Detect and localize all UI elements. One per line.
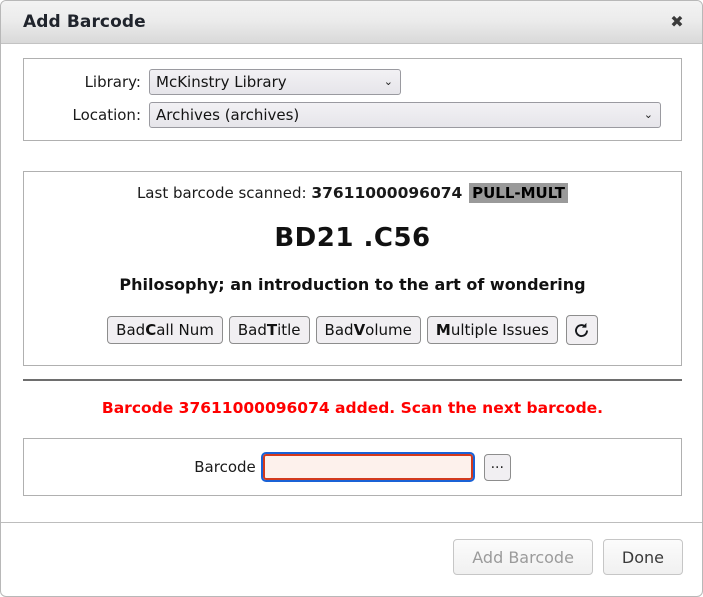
library-select-value: McKinstry Library bbox=[156, 72, 287, 91]
item-title: Philosophy; an introduction to the art o… bbox=[119, 275, 586, 294]
multiple-issues-button[interactable]: Multiple Issues bbox=[426, 316, 558, 344]
call-number: BD21 .C56 bbox=[274, 223, 431, 253]
close-icon[interactable]: ✖ bbox=[666, 11, 688, 33]
location-field-row: Location: Archives (archives) ⌄ bbox=[24, 99, 681, 130]
multiple-issues-accesskey: M bbox=[435, 321, 451, 339]
footer-divider bbox=[1, 522, 702, 523]
location-selection-panel: Library: McKinstry Library ⌄ Location: A… bbox=[23, 58, 682, 141]
bad-call-num-button[interactable]: Bad Call Num bbox=[107, 316, 223, 344]
last-scanned-line: Last barcode scanned: 37611000096074 PUL… bbox=[24, 183, 681, 203]
last-scanned-barcode: 37611000096074 bbox=[311, 184, 463, 202]
library-label: Library: bbox=[84, 72, 141, 91]
barcode-input[interactable] bbox=[260, 452, 475, 482]
add-barcode-button[interactable]: Add Barcode bbox=[453, 539, 593, 575]
bad-title-post: itle bbox=[277, 321, 301, 339]
bad-volume-button[interactable]: Bad Volume bbox=[315, 316, 421, 344]
location-select-value: Archives (archives) bbox=[156, 105, 300, 124]
dialog-titlebar: Add Barcode ✖ bbox=[1, 1, 702, 44]
dialog-title: Add Barcode bbox=[23, 12, 146, 32]
done-button[interactable]: Done bbox=[602, 539, 683, 575]
bad-volume-accesskey: V bbox=[353, 321, 366, 339]
status-message: Barcode 37611000096074 added. Scan the n… bbox=[101, 399, 604, 417]
dialog-footer: Add Barcode Done bbox=[453, 539, 683, 575]
library-field-row: Library: McKinstry Library ⌄ bbox=[24, 66, 681, 97]
scanned-item-panel: Last barcode scanned: 37611000096074 PUL… bbox=[23, 171, 682, 366]
chevron-down-icon: ⌄ bbox=[383, 74, 393, 88]
bad-title-button[interactable]: Bad Title bbox=[228, 316, 310, 344]
section-divider bbox=[23, 379, 682, 381]
bad-call-num-accesskey: C bbox=[145, 321, 157, 339]
multiple-issues-post: ultiple Issues bbox=[450, 321, 549, 339]
barcode-browse-button[interactable]: ... bbox=[483, 453, 511, 481]
bad-volume-pre: Bad bbox=[324, 321, 354, 339]
chevron-down-icon: ⌄ bbox=[643, 107, 653, 121]
barcode-entry-panel: Barcode ... bbox=[23, 438, 682, 496]
barcode-label: Barcode bbox=[194, 458, 256, 476]
bad-title-pre: Bad bbox=[237, 321, 267, 339]
refresh-button[interactable] bbox=[565, 315, 598, 345]
flag-button-row: Bad Call Num Bad Title Bad Volume Multip… bbox=[24, 315, 681, 345]
add-barcode-dialog: Add Barcode ✖ Library: McKinstry Library… bbox=[0, 0, 703, 597]
bad-volume-post: olume bbox=[365, 321, 412, 339]
bad-call-num-post: all Num bbox=[156, 321, 214, 339]
refresh-icon bbox=[575, 322, 589, 337]
location-label: Location: bbox=[72, 105, 142, 124]
bad-title-accesskey: T bbox=[266, 321, 278, 339]
bad-call-num-pre: Bad bbox=[116, 321, 146, 339]
last-scanned-label: Last barcode scanned: bbox=[136, 184, 307, 202]
status-badge: PULL-MULT bbox=[469, 183, 569, 203]
library-select[interactable]: McKinstry Library ⌄ bbox=[149, 68, 401, 95]
location-select[interactable]: Archives (archives) ⌄ bbox=[149, 101, 661, 128]
